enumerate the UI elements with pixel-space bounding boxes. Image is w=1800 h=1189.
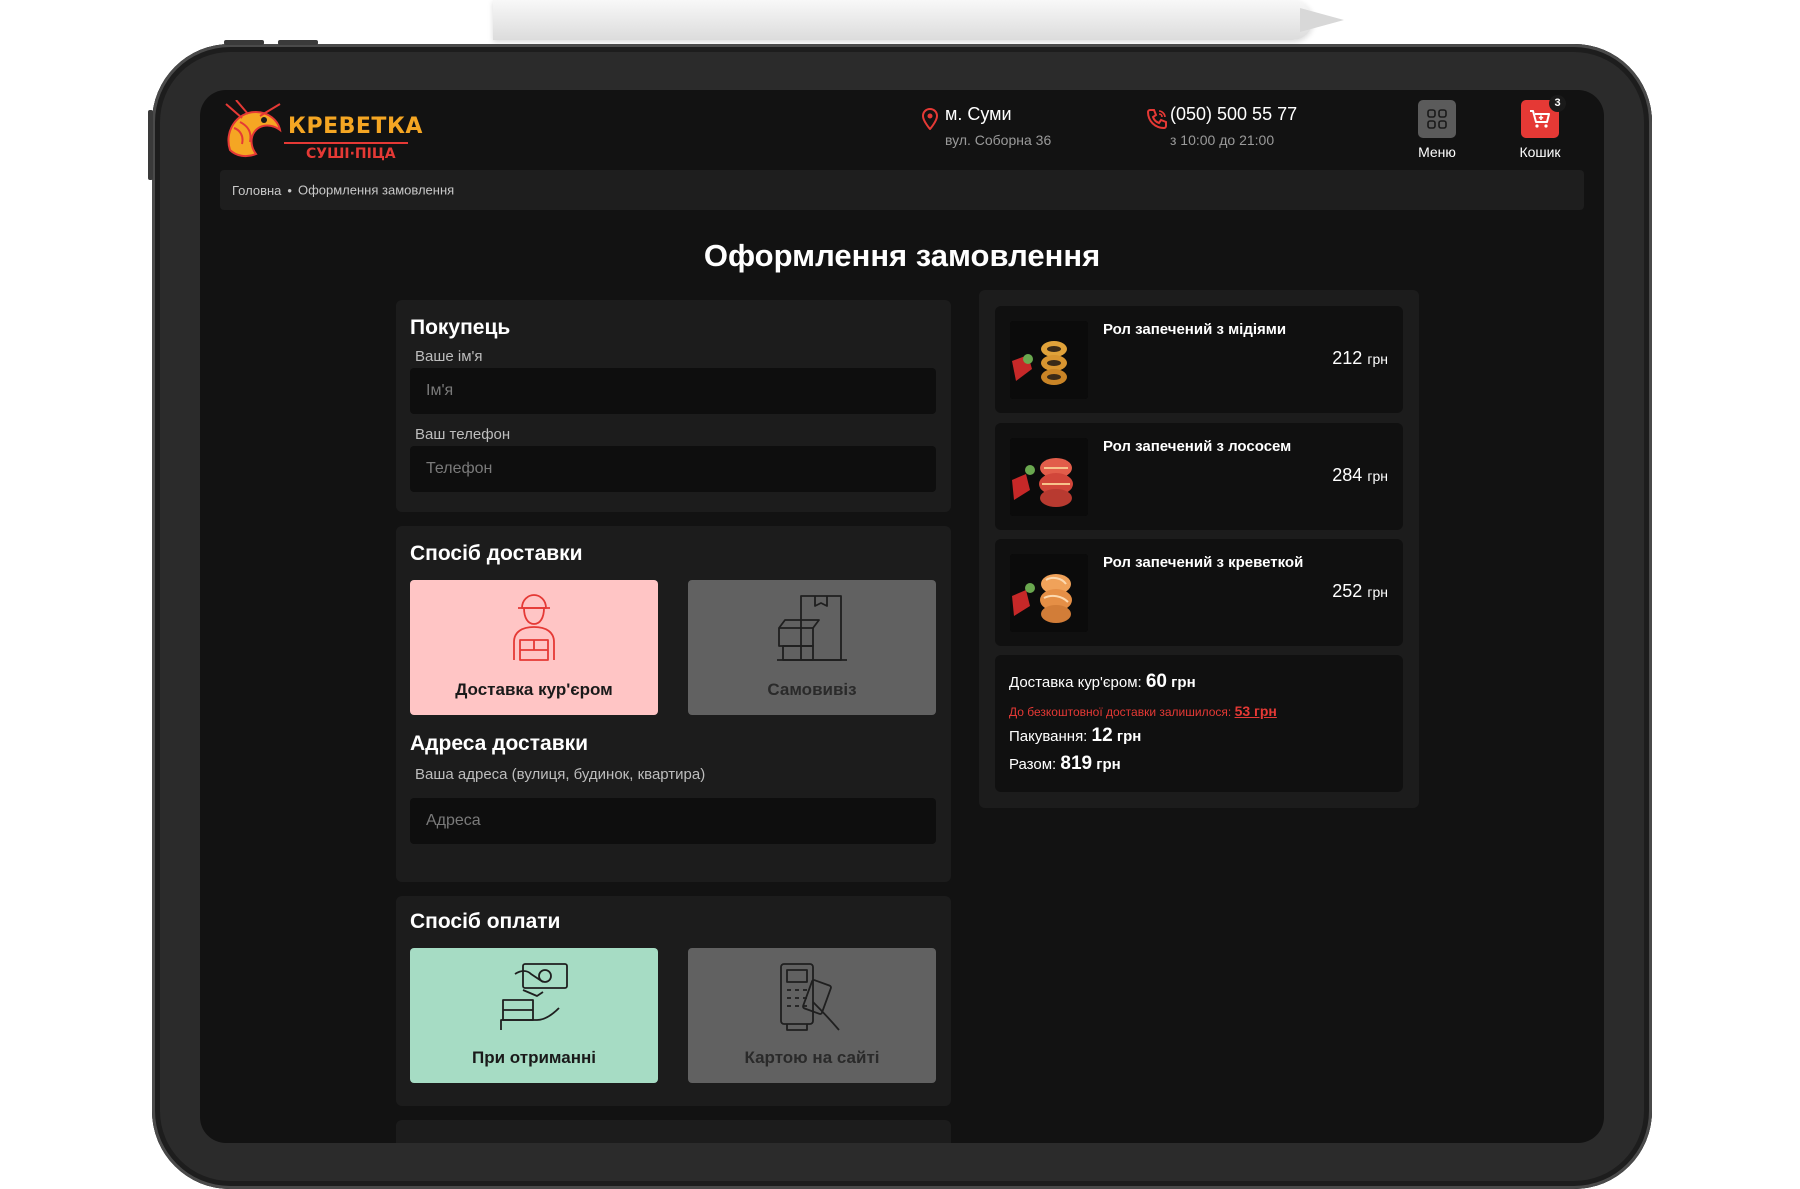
cart-item-image xyxy=(1010,321,1088,399)
cart-item-price: 284 грн xyxy=(1332,465,1388,486)
working-hours: з 10:00 до 21:00 xyxy=(1170,132,1275,148)
card-terminal-icon xyxy=(780,963,840,1031)
cart-icon-box: 3 xyxy=(1521,95,1566,138)
cash-hand-icon xyxy=(500,963,568,1030)
free-delivery-remaining-link[interactable]: 53 грн xyxy=(1235,703,1277,719)
cart-item-name: Рол запечений з лососем xyxy=(1103,438,1292,455)
phone-icon xyxy=(1146,109,1167,130)
free-delivery-note: До безкоштовної доставки залишилося: 53 … xyxy=(1009,703,1277,719)
cart-item-price-currency: грн xyxy=(1367,584,1388,600)
logo-title: КРЕВЕТКА xyxy=(288,114,423,139)
site-header: КРЕВЕТКА СУШІ·ПІЦА м. Суми вул. Соборна … xyxy=(200,90,1604,170)
breadcrumb-current: Оформлення замовлення xyxy=(297,182,455,198)
packaging-row: Пакування: 12 грн xyxy=(1009,725,1141,747)
cart-item-image xyxy=(1010,554,1088,632)
total-label: Разом: xyxy=(1009,756,1057,773)
breadcrumb-separator: • xyxy=(287,182,292,198)
menu-icon-box xyxy=(1418,100,1456,138)
name-label: Ваше ім'я xyxy=(415,348,483,365)
cart-item-price: 212 грн xyxy=(1332,348,1388,369)
delivery-cost-row: Доставка кур'єром: 60 грн xyxy=(1009,671,1196,693)
cart-item-price: 252 грн xyxy=(1332,581,1388,602)
phone-label: Ваш телефон xyxy=(415,426,511,443)
order-totals: Доставка кур'єром: 60 грн До безкоштовно… xyxy=(995,655,1403,792)
apple-pencil xyxy=(493,0,1313,40)
address-title: Адреса доставки xyxy=(410,732,589,755)
phone-input[interactable] xyxy=(410,446,936,492)
delivery-cost-label: Доставка кур'єром: xyxy=(1009,674,1142,691)
total-value: 819 xyxy=(1060,753,1093,774)
delivery-title: Спосіб доставки xyxy=(410,542,583,565)
cart-label: Кошик xyxy=(1519,144,1561,160)
tablet-button-top-2 xyxy=(278,40,318,45)
tablet-screen: КРЕВЕТКА СУШІ·ПІЦА м. Суми вул. Соборна … xyxy=(200,90,1604,1143)
cart-item: Рол запечений з мідіями 212 грн xyxy=(995,306,1403,413)
payment-card-label: Картою на сайті xyxy=(744,1048,880,1067)
cart-item-price-currency: грн xyxy=(1367,468,1388,484)
cart-item-price-value: 284 xyxy=(1332,465,1363,485)
menu-button[interactable]: Меню xyxy=(1410,100,1464,160)
map-pin-icon xyxy=(922,108,938,130)
logo-subtitle: СУШІ·ПІЦА xyxy=(306,146,396,162)
page-title: Оформлення замовлення xyxy=(703,238,1101,273)
delivery-option-pickup[interactable]: Самовивіз xyxy=(688,580,936,715)
delivery-courier-label: Доставка кур'єром xyxy=(455,680,613,699)
tablet-button-top-1 xyxy=(224,40,264,45)
courier-icon xyxy=(513,594,555,661)
roll-shrimp-image xyxy=(1010,554,1088,632)
city-name: м. Суми xyxy=(945,104,1012,124)
address-label: Ваша адреса (вулиця, будинок, квартира) xyxy=(415,766,706,783)
packaging-currency: грн xyxy=(1116,728,1142,745)
cart-item-name: Рол запечений з мідіями xyxy=(1103,321,1287,338)
tablet-frame: КРЕВЕТКА СУШІ·ПІЦА м. Суми вул. Соборна … xyxy=(148,40,1652,1189)
next-section-card xyxy=(396,1120,951,1143)
menu-label: Меню xyxy=(1418,144,1456,160)
address-input[interactable] xyxy=(410,798,936,844)
delivery-cost-value: 60 xyxy=(1145,671,1167,692)
payment-on-receipt-label: При отриманні xyxy=(472,1048,596,1067)
total-row: Разом: 819 грн xyxy=(1009,753,1121,775)
delivery-option-courier[interactable]: Доставка кур'єром xyxy=(410,580,658,715)
payment-option-card[interactable]: Картою на сайті xyxy=(688,948,936,1083)
delivery-pickup-label: Самовивіз xyxy=(767,680,857,699)
cart-item: Рол запечений з креветкой 252 грн xyxy=(995,539,1403,646)
buyer-title: Покупець xyxy=(410,316,511,339)
payment-card: Спосіб оплати При отриманні Картою на са… xyxy=(396,896,951,1106)
roll-salmon-image xyxy=(1010,438,1088,516)
shrimp-logo-icon xyxy=(225,100,282,158)
site-logo[interactable]: КРЕВЕТКА СУШІ·ПІЦА xyxy=(220,100,423,168)
cart-button[interactable]: 3 Кошик xyxy=(1512,95,1568,160)
payment-option-on-receipt[interactable]: При отриманні xyxy=(410,948,658,1083)
payment-title: Спосіб оплати xyxy=(410,910,561,933)
boxes-icon xyxy=(777,595,847,661)
free-delivery-label: До безкоштовної доставки залишилося: xyxy=(1009,705,1232,719)
grid-menu-icon xyxy=(1427,109,1447,129)
packaging-value: 12 xyxy=(1091,725,1113,746)
total-currency: грн xyxy=(1096,756,1121,773)
street-address: вул. Соборна 36 xyxy=(945,132,1052,148)
cart-item-price-value: 252 xyxy=(1332,581,1363,601)
cart-item: Рол запечений з лососем 284 грн xyxy=(995,423,1403,530)
packaging-label: Пакування: xyxy=(1009,728,1088,745)
order-summary-panel: Рол запечений з мідіями 212 грн Рол запе… xyxy=(979,290,1419,808)
cart-item-name: Рол запечений з креветкой xyxy=(1103,554,1304,571)
roll-mussels-image xyxy=(1010,321,1088,399)
cart-icon xyxy=(1530,110,1550,128)
breadcrumb-home-link[interactable]: Головна xyxy=(232,183,281,198)
phone-number[interactable]: (050) 500 55 77 xyxy=(1170,104,1297,125)
delivery-card: Спосіб доставки Доставка кур'єром Самови… xyxy=(396,526,951,882)
buyer-card: Покупець Ваше ім'я Ваш телефон xyxy=(396,300,951,512)
cart-item-price-value: 212 xyxy=(1332,348,1363,368)
delivery-cost-currency: грн xyxy=(1171,674,1196,691)
logo-underline xyxy=(284,142,408,144)
cart-item-image xyxy=(1010,438,1088,516)
tablet-button-side xyxy=(148,110,153,180)
name-input[interactable] xyxy=(410,368,936,414)
cart-item-price-currency: грн xyxy=(1367,351,1388,367)
breadcrumb: Головна • Оформлення замовлення xyxy=(220,170,1584,210)
apple-pencil-tip xyxy=(1300,8,1344,32)
cart-count-badge: 3 xyxy=(1549,95,1566,112)
